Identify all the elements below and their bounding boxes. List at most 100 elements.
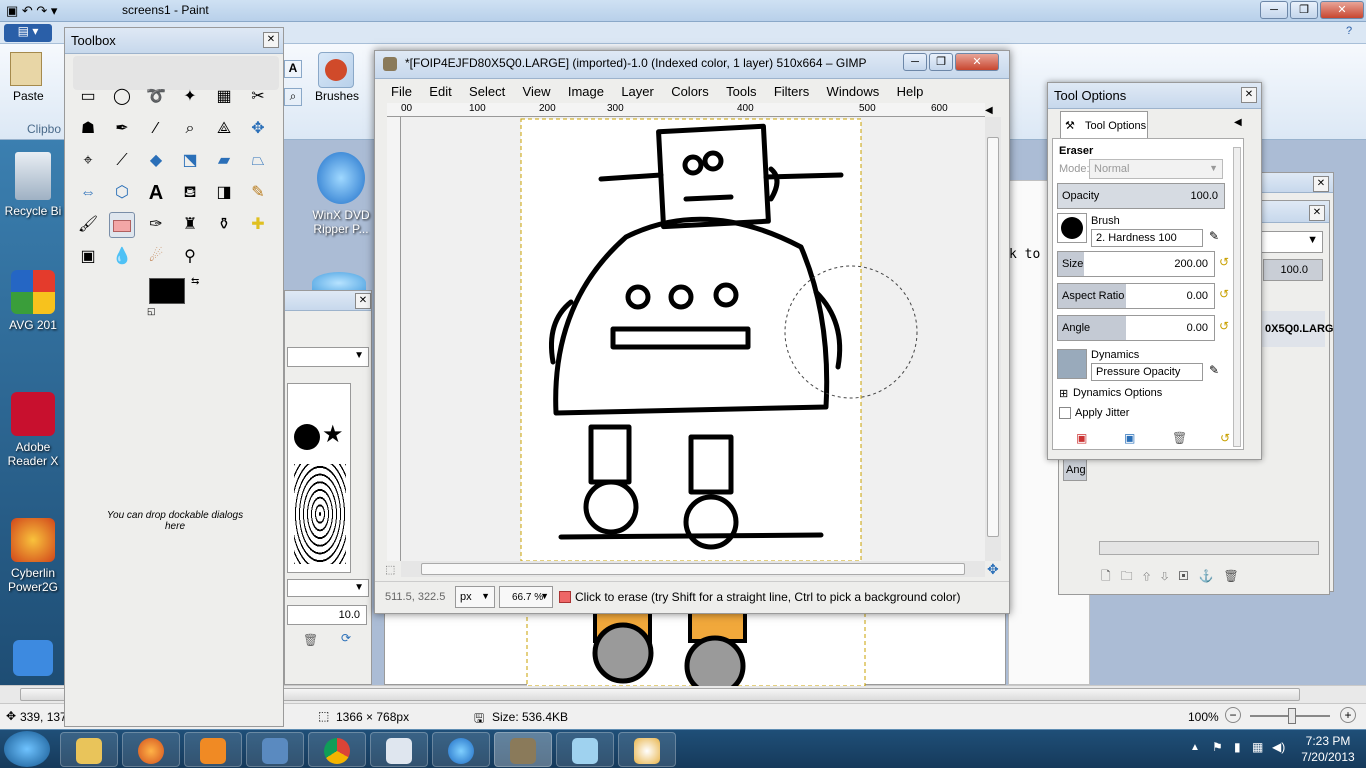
reset-options-icon[interactable]: ↺ <box>1220 431 1230 445</box>
taskbar-itunes[interactable] <box>432 732 490 767</box>
close-icon[interactable]: ✕ <box>355 293 371 309</box>
menu-file[interactable]: File <box>391 84 412 99</box>
zoom-out-button[interactable]: − <box>1225 707 1241 723</box>
select-by-color-icon[interactable]: ▦ <box>211 84 237 110</box>
dynamics-field[interactable]: Pressure Opacity <box>1091 363 1203 381</box>
minimize-button[interactable]: ─ <box>1260 1 1288 19</box>
taskbar-media[interactable] <box>184 732 242 767</box>
menu-view[interactable]: View <box>523 84 551 99</box>
bucket-fill-icon[interactable]: ⛾ <box>177 180 203 206</box>
cage-icon[interactable]: ⬡ <box>109 180 135 206</box>
close-icon[interactable]: ✕ <box>263 32 279 48</box>
taskbar-paint[interactable] <box>618 732 676 767</box>
color-picker-icon[interactable]: ⁄ <box>143 116 169 142</box>
taskbar-snipping[interactable] <box>556 732 614 767</box>
zoom-selector[interactable]: 66.7 % ▼ <box>499 586 553 608</box>
menu-colors[interactable]: Colors <box>671 84 709 99</box>
navigate-icon[interactable]: ◀ <box>985 105 993 116</box>
reset-aspect-icon[interactable]: ↺ <box>1219 287 1229 301</box>
rotate-icon[interactable]: ◆ <box>143 148 169 174</box>
brush-preview[interactable] <box>1057 213 1087 243</box>
foreground-color[interactable] <box>149 278 185 304</box>
menu-tools[interactable]: Tools <box>726 84 756 99</box>
start-button[interactable] <box>4 731 50 767</box>
ink-icon[interactable]: ♜ <box>177 212 203 238</box>
close-icon[interactable]: ✕ <box>1241 87 1257 103</box>
menu-select[interactable]: Select <box>469 84 505 99</box>
volume-icon[interactable]: ◀) <box>1272 740 1285 754</box>
brushes-label[interactable]: Brushes <box>315 89 359 103</box>
brushes-filter[interactable]: ▼ <box>287 579 369 597</box>
opacity-slider[interactable]: Opacity 100.0 <box>1057 183 1225 209</box>
navigate-image-icon[interactable]: ✥ <box>987 561 999 578</box>
ellipse-select-icon[interactable]: ◯ <box>109 84 135 110</box>
brushes-icon[interactable] <box>318 52 354 88</box>
dropbox-shortcut[interactable] <box>2 640 64 680</box>
restore-options-icon[interactable]: ▣ <box>1124 431 1135 445</box>
text-icon[interactable]: A <box>143 180 169 206</box>
quick-mask-icon[interactable]: ⬚ <box>385 563 395 576</box>
taskbar-notepad[interactable] <box>370 732 428 767</box>
dodge-burn-icon[interactable]: ⚲ <box>177 244 203 270</box>
layers-hscroll[interactable] <box>1099 541 1319 555</box>
tab-tool-options[interactable]: ⚒ Tool Options <box>1060 111 1148 139</box>
paint-menu-button[interactable]: ▤ ▾ <box>4 24 52 42</box>
taskbar-explorer[interactable] <box>60 732 118 767</box>
recycle-bin-shortcut[interactable]: Recycle Bi <box>2 152 64 218</box>
zoom-icon[interactable]: ⌕ <box>177 116 203 142</box>
network-icon[interactable]: ▦ <box>1252 740 1263 754</box>
minimize-button[interactable]: ─ <box>903 53 927 71</box>
measure-icon[interactable]: ⟁ <box>211 116 237 142</box>
aspect-ratio-slider[interactable]: Aspect Ratio 0.00 <box>1057 283 1215 309</box>
brush-spacing[interactable]: 10.0 <box>287 605 367 625</box>
eraser-icon[interactable] <box>109 212 135 238</box>
mode-dropdown[interactable]: Normal ▼ <box>1089 159 1223 179</box>
menu-help[interactable]: Help <box>897 84 924 99</box>
battery-icon[interactable]: ▮ <box>1234 740 1241 754</box>
rect-select-icon[interactable]: ▭ <box>75 84 101 110</box>
scissors-icon[interactable]: ✂ <box>245 84 271 110</box>
crop-icon[interactable]: ⟋ <box>109 148 135 174</box>
blend-icon[interactable]: ◨ <box>211 180 237 206</box>
maximize-button[interactable]: ❐ <box>1290 1 1318 19</box>
flip-icon[interactable]: ⇔ <box>75 180 101 206</box>
swap-colors-icon[interactable]: ⇆ <box>191 276 199 287</box>
lasso-icon[interactable]: ➰ <box>143 84 169 110</box>
zoom-slider[interactable] <box>1250 708 1330 724</box>
default-colors-icon[interactable]: ◱ <box>147 306 156 317</box>
options-scrollbar[interactable] <box>1233 147 1241 447</box>
move-icon[interactable]: ✥ <box>245 116 271 142</box>
help-icon[interactable]: ? <box>1346 25 1352 37</box>
scale-icon[interactable]: ⬔ <box>177 148 203 174</box>
pencil-icon[interactable]: ✎ <box>245 180 271 206</box>
perspective-icon[interactable]: ⏢ <box>245 148 271 174</box>
edit-dynamics-icon[interactable]: ✎ <box>1209 363 1219 377</box>
taskbar-app[interactable] <box>246 732 304 767</box>
size-slider[interactable]: Size 200.00 <box>1057 251 1215 277</box>
adobe-reader-shortcut[interactable]: Adobe Reader X <box>2 392 64 468</box>
menu-image[interactable]: Image <box>568 84 604 99</box>
brush-name-field[interactable]: 2. Hardness 100 <box>1091 229 1203 247</box>
foreground-select-icon[interactable]: ☗ <box>75 116 101 142</box>
clipboard-icon[interactable] <box>10 52 42 86</box>
perspective-clone-icon[interactable]: ▣ <box>75 244 101 270</box>
paths-icon[interactable]: ✒ <box>109 116 135 142</box>
dynamics-options[interactable]: Dynamics Options <box>1073 387 1162 399</box>
reset-angle-icon[interactable]: ↺ <box>1219 319 1229 333</box>
delete-icon[interactable]: 🗑 <box>303 633 318 647</box>
magnifier-icon[interactable]: ⌕ <box>284 88 302 106</box>
taskbar-firefox[interactable] <box>122 732 180 767</box>
reset-size-icon[interactable]: ↺ <box>1219 255 1229 269</box>
taskbar-chrome[interactable] <box>308 732 366 767</box>
close-icon[interactable]: ✕ <box>1313 176 1329 192</box>
close-button[interactable]: ✕ <box>1320 1 1364 19</box>
dynamics-icon[interactable] <box>1057 349 1087 379</box>
angle-slider[interactable]: Angle 0.00 <box>1057 315 1215 341</box>
close-icon[interactable]: ✕ <box>1309 205 1325 221</box>
zoom-in-button[interactable]: + <box>1340 707 1356 723</box>
tab-menu-icon[interactable]: ◀ <box>1234 117 1242 128</box>
unit-selector[interactable]: px ▼ <box>455 586 495 608</box>
expand-icon[interactable]: ⊞ <box>1059 387 1068 400</box>
shear-icon[interactable]: ▰ <box>211 148 237 174</box>
delete-options-icon[interactable]: 🗑 <box>1172 431 1187 445</box>
